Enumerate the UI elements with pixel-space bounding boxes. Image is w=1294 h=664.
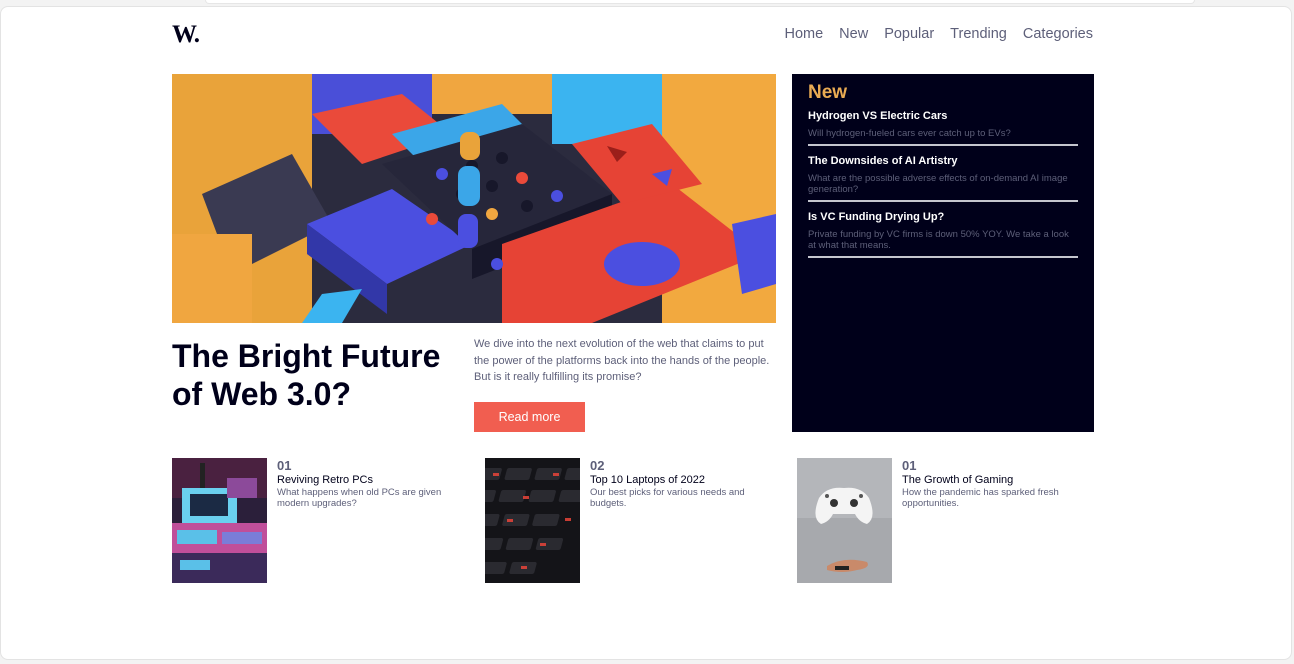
new-item-description: Will hydrogen-fueled cars ever catch up … bbox=[808, 128, 1011, 139]
card-description: How the pandemic has sparked fresh oppor… bbox=[902, 487, 1059, 509]
card-number: 01 bbox=[277, 458, 292, 473]
nav-home[interactable]: Home bbox=[784, 26, 823, 42]
nav-categories[interactable]: Categories bbox=[1023, 26, 1093, 42]
card-description: Our best picks for various needs and bud… bbox=[590, 487, 745, 509]
nav-popular[interactable]: Popular bbox=[884, 26, 934, 42]
new-item-title[interactable]: The Downsides of AI Artistry bbox=[808, 155, 1078, 167]
nav-new[interactable]: New bbox=[839, 26, 868, 42]
main-nav: Home New Popular Trending Categories bbox=[784, 26, 1093, 42]
new-item[interactable]: The Downsides of AI Artistry What are th… bbox=[808, 155, 1078, 202]
new-panel-heading: New bbox=[808, 82, 848, 103]
retro-pc-image[interactable] bbox=[172, 458, 267, 583]
new-item-title[interactable]: Is VC Funding Drying Up? bbox=[808, 211, 1078, 223]
card-number: 01 bbox=[902, 458, 917, 473]
laptop-keyboard-image[interactable] bbox=[485, 458, 580, 583]
article-card[interactable]: 01 The Growth of Gaming How the pandemic… bbox=[797, 458, 1097, 583]
nav-trending[interactable]: Trending bbox=[950, 26, 1007, 42]
read-more-button[interactable]: Read more bbox=[474, 402, 585, 432]
new-item-description: Private funding by VC firms is down 50% … bbox=[808, 229, 1069, 251]
new-item-description: What are the possible adverse effects of… bbox=[808, 173, 1068, 195]
new-item[interactable]: Hydrogen VS Electric Cars Will hydrogen-… bbox=[808, 110, 1078, 146]
card-title[interactable]: Top 10 Laptops of 2022 bbox=[590, 474, 780, 486]
hero-image bbox=[172, 74, 776, 323]
new-item-title[interactable]: Hydrogen VS Electric Cars bbox=[808, 110, 1078, 122]
abstract-3d-blocks-image bbox=[172, 74, 776, 323]
new-articles-panel: New Hydrogen VS Electric Cars Will hydro… bbox=[792, 74, 1094, 432]
browser-top-strip bbox=[205, 0, 1195, 4]
site-logo[interactable]: W. bbox=[172, 21, 200, 49]
new-item[interactable]: Is VC Funding Drying Up? Private funding… bbox=[808, 211, 1078, 258]
game-controller-image[interactable] bbox=[797, 458, 892, 583]
hero-description: We dive into the next evolution of the w… bbox=[474, 338, 770, 383]
card-title[interactable]: Reviving Retro PCs bbox=[277, 474, 467, 486]
article-card[interactable]: 01 Reviving Retro PCs What happens when … bbox=[172, 458, 472, 583]
card-number: 02 bbox=[590, 458, 605, 473]
page-container: W. Home New Popular Trending Categories bbox=[0, 6, 1292, 660]
hero-title: The Bright Future of Web 3.0? bbox=[172, 338, 441, 412]
article-card[interactable]: 02 Top 10 Laptops of 2022 Our best picks… bbox=[485, 458, 785, 583]
card-title[interactable]: The Growth of Gaming bbox=[902, 474, 1092, 486]
card-description: What happens when old PCs are given mode… bbox=[277, 487, 442, 509]
